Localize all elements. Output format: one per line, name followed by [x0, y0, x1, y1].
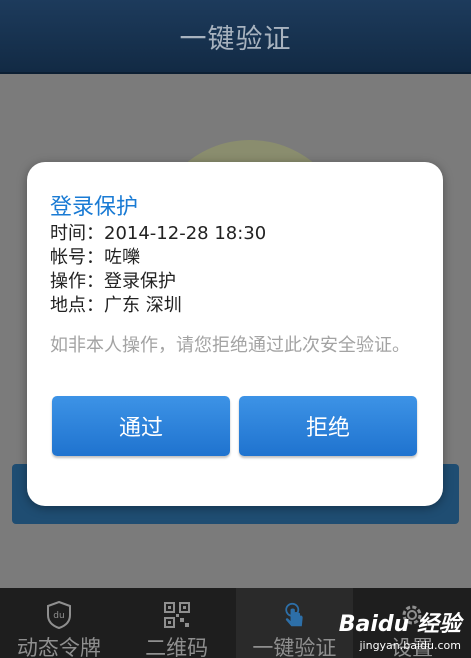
- watermark-url: jingyan.baidu.com: [359, 639, 461, 652]
- title-bar: 一键验证: [0, 0, 471, 74]
- approve-button[interactable]: 通过: [52, 396, 230, 456]
- dialog-title: 登录保护: [50, 195, 139, 220]
- qr-code-icon: [163, 602, 190, 628]
- tab-one-click-verify[interactable]: 一键验证: [235, 588, 354, 658]
- page-title: 一键验证: [179, 23, 292, 55]
- shield-icon: du: [46, 601, 72, 629]
- reject-button[interactable]: 拒绝: [239, 396, 417, 456]
- tab-dynamic-token[interactable]: du 动态令牌: [0, 588, 118, 658]
- watermark-logo: Baidu 经验: [338, 612, 461, 637]
- login-location: 地点：广东 深圳: [50, 295, 182, 316]
- tap-hand-icon: [281, 602, 307, 628]
- login-operation: 操作：登录保护: [50, 271, 176, 292]
- tab-label: 二维码: [145, 636, 209, 658]
- tab-label: 一键验证: [252, 636, 337, 658]
- app-screen: 一键验证 du 动态令牌 二维码 一键验证 设置 Baidu 经验 jingya…: [0, 0, 471, 658]
- login-protection-dialog: 登录保护 时间：2014-12-28 18:30 帐号：咗嚛 操作：登录保护 地…: [27, 162, 443, 506]
- login-time: 时间：2014-12-28 18:30: [50, 223, 267, 244]
- baidu-jingyan-watermark: Baidu 经验 jingyan.baidu.com: [339, 606, 461, 652]
- svg-text:du: du: [53, 611, 64, 621]
- login-info: 时间：2014-12-28 18:30 帐号：咗嚛 操作：登录保护 地点：广东 …: [50, 222, 266, 318]
- login-account: 帐号：咗嚛: [50, 247, 140, 268]
- security-warning: 如非本人操作，请您拒绝通过此次安全验证。: [50, 335, 410, 356]
- tab-label: 动态令牌: [16, 636, 101, 658]
- tab-qr-code[interactable]: 二维码: [118, 588, 236, 658]
